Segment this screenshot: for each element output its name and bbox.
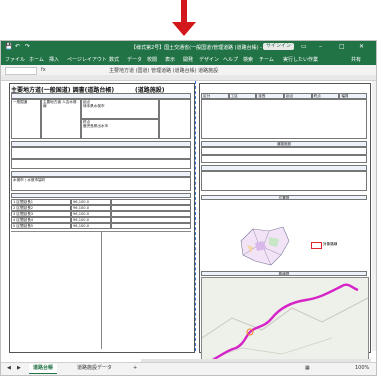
- tab-help[interactable]: ヘルプ: [223, 56, 238, 63]
- excel-window: 💾 ↶ ↷ 【様式第2号】国土交通省(一般国道)管理道路 (道路台帳) - Ex…: [0, 40, 377, 376]
- ribbon-tabs: ファイル ホーム 挿入 ページレイアウト 数式 データ 校閲 表示 開発 デザイ…: [1, 53, 376, 65]
- tab-developer[interactable]: 開発: [183, 56, 193, 63]
- right-row-4: [201, 171, 367, 191]
- page-break: [195, 81, 196, 351]
- vertical-scrollbar[interactable]: [372, 81, 376, 351]
- tell-me-box[interactable]: 実行したい作業: [283, 56, 318, 63]
- fx-icon[interactable]: fx: [41, 67, 46, 73]
- maximize-icon[interactable]: □: [339, 43, 345, 50]
- remark-cell: [159, 99, 191, 139]
- tab-home[interactable]: ホーム: [29, 56, 44, 63]
- area-title: 位置図: [201, 195, 367, 200]
- tab-file[interactable]: ファイル: [5, 56, 25, 63]
- close-icon[interactable]: ✕: [359, 43, 364, 50]
- to-address-cell: 終点 鹿児島県出水市: [81, 119, 159, 139]
- section-row: 水俣市 / 水俣市袋町: [11, 177, 191, 191]
- tab-design[interactable]: デザイン: [199, 56, 219, 63]
- tab-insert[interactable]: 挿入: [49, 56, 59, 63]
- share-button[interactable]: 共有: [351, 56, 361, 63]
- tab-search[interactable]: 検索: [243, 56, 253, 63]
- sheet-tab-2[interactable]: 道路施設データ: [73, 364, 116, 373]
- route-title: 路線図: [201, 271, 367, 276]
- legend-swatch: [311, 242, 322, 249]
- right-detail: [201, 99, 367, 139]
- redo-icon[interactable]: ↷: [25, 43, 30, 50]
- attr-row-1: [11, 147, 191, 159]
- length-header: [11, 193, 191, 198]
- tab-review[interactable]: 校閲: [147, 56, 157, 63]
- attr-row-2: [11, 159, 191, 169]
- tab-data[interactable]: データ: [127, 56, 142, 63]
- red-arrow-shaft: [181, 0, 187, 22]
- undo-icon[interactable]: ↶: [15, 43, 20, 50]
- status-bar: ◀ ▶ 道路台帳 道路施設データ + ▦ 100%: [1, 362, 376, 375]
- legend-label: 対象路線: [323, 242, 338, 246]
- save-icon[interactable]: 💾: [5, 43, 12, 50]
- place-cell: 主要地方道 人吉水俣線: [41, 99, 81, 139]
- ribbon-display-icon[interactable]: ▭: [301, 43, 307, 50]
- add-sheet-button[interactable]: +: [129, 364, 141, 373]
- length-row-value: 96,100.0: [71, 223, 111, 229]
- length-row-blank: [111, 223, 191, 229]
- tab-page-layout[interactable]: ページレイアウト: [67, 56, 107, 63]
- name-box[interactable]: [5, 67, 37, 75]
- formula-content[interactable]: 主要地方道 (国道) 管理道路 (道路台帳) 道路施設: [109, 67, 218, 74]
- tab-formulas[interactable]: 数式: [109, 56, 119, 63]
- route-map-drawing: [202, 283, 368, 366]
- length-row-label: 5 区間延長5: [11, 223, 71, 229]
- road-number-cell: 一般国道: [11, 99, 41, 139]
- from-address-cell: 起点 熊本県水俣市: [81, 99, 159, 119]
- tab-team[interactable]: チーム: [259, 56, 274, 63]
- minimize-icon[interactable]: –: [319, 43, 322, 50]
- view-normal-icon[interactable]: ▦: [301, 364, 314, 373]
- window-title: 【様式第2号】国土交通省(一般国道)管理道路 (道路台帳) - Excel: [131, 45, 277, 51]
- route-map: [201, 277, 369, 369]
- location-map: [240, 226, 290, 266]
- zoom-level[interactable]: 100%: [351, 364, 373, 373]
- right-row-1: [201, 147, 367, 155]
- divider: [101, 231, 102, 349]
- sheet-tab-1[interactable]: 道路台帳: [29, 364, 58, 374]
- right-row-2: [201, 155, 367, 163]
- signin-button[interactable]: サインイン: [263, 43, 295, 50]
- red-arrow-head: [172, 22, 196, 36]
- tab-view[interactable]: 表示: [165, 56, 175, 63]
- title-bar: 💾 ↶ ↷ 【様式第2号】国土交通省(一般国道)管理道路 (道路台帳) - Ex…: [1, 41, 376, 53]
- sheet-area[interactable]: 主要地方道(一般国道) 調書(道路台帳) (道路施設) 一般国道 主要地方道 人…: [5, 81, 374, 375]
- sheet-nav-right-icon[interactable]: ▶: [13, 364, 25, 373]
